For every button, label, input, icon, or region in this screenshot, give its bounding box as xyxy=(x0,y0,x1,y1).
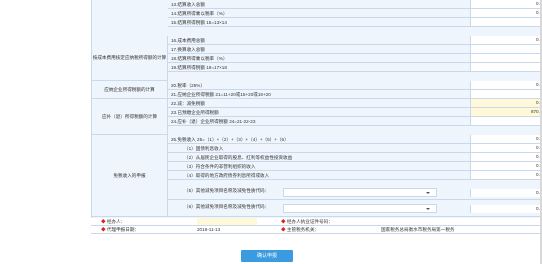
row-value[interactable]: 0.00 xyxy=(470,171,542,179)
agent-input[interactable] xyxy=(197,218,257,225)
row-label: 25.免税收入 25=（1）+（2）+（3）+（4）+（5）+（6） xyxy=(171,137,289,142)
table-row: 14.结算所得乘以税率（%） 0.16 xyxy=(168,9,542,18)
group-exempt-income: 免税收入的申报 xyxy=(92,135,168,217)
table-row: （2）从居民企业取得的股息、红利等权益性投资收益 0.00 xyxy=(168,153,542,162)
agent-label: ◆ 经办人： xyxy=(101,219,125,225)
table-row: （1）国债利息收入 0.00 xyxy=(168,144,542,153)
row-label: 19.结算所得税额 19=17×18 xyxy=(171,65,227,70)
row-label: （2）从居民企业取得的股息、红利等权益性投资收益 xyxy=(184,155,293,160)
row-value[interactable]: 0.00 xyxy=(470,162,542,170)
row-value[interactable]: 0.00 xyxy=(470,144,542,152)
table-row: 21.应纳企业所得税额 21=11+20或15+20或19+20 0 xyxy=(168,90,542,99)
table-row: （3）符合条件的非营利组织的收入 0.00 xyxy=(168,162,542,171)
row-value[interactable]: 0.00 xyxy=(470,0,542,8)
row-value[interactable]: 0 xyxy=(470,117,542,125)
row-label: （1）国债利息收入 xyxy=(184,146,224,151)
row-label: 23.已预缴企业所得税额 xyxy=(171,110,219,115)
row-label: 20.税率（25%） xyxy=(171,83,205,88)
row-value[interactable]: 0.00 xyxy=(470,36,542,44)
chevron-down-icon xyxy=(426,208,430,210)
declaration-form: 按成本费用核定应纳税所得额的计算 应纳企业所得税额的计算 应补（退）所得税额的计… xyxy=(91,0,542,264)
row-value[interactable]: 0 xyxy=(470,54,542,62)
table-row: （5）其他减免项目名称及减免性质代码： 0.00 xyxy=(168,186,542,200)
table-row: 18.结算所得乘以税率（%） 0 xyxy=(168,54,542,63)
table-row: 24.应补（退）企业所得税额 24=21-22-23 0 xyxy=(168,117,542,126)
row-label: 17.换算收入总额 xyxy=(171,47,205,52)
exempt-item-select-5[interactable] xyxy=(283,188,437,197)
footer-row-agent: ◆ 经办人： ◆ 经办人执业证件号码： xyxy=(91,218,542,226)
row-value[interactable]: 0.00 xyxy=(470,205,542,213)
table-row: （4）取得的地方政府债券利息所得或收入 0.00 xyxy=(168,171,542,180)
row-label: （6）其他减免项目名称及减免性质代码： xyxy=(184,204,270,209)
table-row: 16.成本费用总额 0.00 xyxy=(168,36,542,45)
row-label: 15.结算所得税额 15=13×14 xyxy=(171,20,227,25)
authority-value: 国家税务总局衡水市税务局第一税务 xyxy=(381,227,455,232)
agent-id-label-text: 经办人执业证件号码： xyxy=(286,219,333,224)
row-label: 22.减：减免税额 xyxy=(171,101,205,106)
row-value[interactable]: 0.00 xyxy=(470,99,542,107)
row-label: 18.结算所得乘以税率（%） xyxy=(171,56,228,61)
group-tax-payable: 应纳企业所得税额的计算 xyxy=(92,81,168,99)
row-label: 13.结算收入总额 xyxy=(171,2,205,7)
table-row: （6）其他减免项目名称及减免性质代码： 0.00 xyxy=(168,202,542,217)
group-label: 按成本费用核定应纳税所得额的计算 xyxy=(92,55,167,60)
footer-row-date: ◆ 代理申报日期： 2019-11-13 ◆ 主管税务机关： 国家税务总局衡水市… xyxy=(91,226,542,234)
date-label-text: 代理申报日期： xyxy=(106,227,140,232)
row-value[interactable]: 0.00 xyxy=(470,189,542,197)
table-row: 17.换算收入总额 0 xyxy=(168,45,542,54)
row-value[interactable]: 870.50 xyxy=(470,108,542,116)
required-icon: ◆ xyxy=(101,219,106,224)
group-label: 应补（退）所得税额的计算 xyxy=(101,113,158,119)
group-refund: 应补（退）所得税额的计算 xyxy=(92,99,168,135)
row-value[interactable]: 0 xyxy=(470,45,542,53)
footer-section: ◆ 经办人： ◆ 经办人执业证件号码： ◆ 代理申报日期： 2019-11-13… xyxy=(91,218,542,234)
confirm-declare-button[interactable]: 确认申报 xyxy=(241,250,293,262)
row-label: 14.结算所得乘以税率（%） xyxy=(171,11,228,16)
date-label: ◆ 代理申报日期： xyxy=(101,227,139,233)
table-row: 15.结算所得税额 15=13×14 0 xyxy=(168,18,542,27)
required-icon: ◆ xyxy=(281,219,286,224)
table-row: 13.结算收入总额 0.00 xyxy=(168,0,542,9)
agent-id-label: ◆ 经办人执业证件号码： xyxy=(281,219,333,225)
row-value[interactable]: 0.16 xyxy=(470,9,542,17)
table-row: 22.减：减免税额 0.00 xyxy=(168,99,542,108)
table-row: 19.结算所得税额 19=17×18 0 xyxy=(168,63,542,72)
required-icon: ◆ xyxy=(101,227,106,232)
group-cost-based: 按成本费用核定应纳税所得额的计算 xyxy=(92,36,168,81)
authority-label: ◆ 主管税务机关： xyxy=(281,227,319,233)
row-value[interactable]: 0 xyxy=(470,90,542,98)
row-value[interactable]: 0 xyxy=(470,18,542,26)
authority-label-text: 主管税务机关： xyxy=(286,227,320,232)
date-value: 2019-11-13 xyxy=(197,227,221,232)
agent-label-text: 经办人： xyxy=(106,219,126,224)
group-label: 免税收入的申报 xyxy=(113,172,146,178)
table-row: 23.已预缴企业所得税额 870.50 xyxy=(168,108,542,117)
row-value[interactable]: 0.00 xyxy=(470,135,542,143)
table-row: 25.免税收入 25=（1）+（2）+（3）+（4）+（5）+（6） 0.00 xyxy=(168,135,542,144)
row-value[interactable]: 0 xyxy=(470,63,542,71)
form-table: 按成本费用核定应纳税所得额的计算 应纳企业所得税额的计算 应补（退）所得税额的计… xyxy=(91,0,542,232)
row-label: 16.成本费用总额 xyxy=(171,38,205,43)
row-label: 24.应补（退）企业所得税额 24=21-22-23 xyxy=(171,119,256,124)
row-label: （3）符合条件的非营利组织的收入 xyxy=(184,164,256,169)
row-value[interactable]: 0.25 xyxy=(470,81,542,89)
row-value[interactable]: 0.00 xyxy=(470,153,542,161)
group-label: 应纳企业所得税额的计算 xyxy=(104,86,155,92)
exempt-item-select-6[interactable] xyxy=(283,204,437,213)
row-label: 21.应纳企业所得税额 21=11+20或15+20或19+20 xyxy=(171,92,271,97)
chevron-down-icon xyxy=(426,192,430,194)
required-icon: ◆ xyxy=(281,227,286,232)
row-label: （4）取得的地方政府债券利息所得或收入 xyxy=(184,173,270,178)
agent-id-input[interactable] xyxy=(381,218,459,225)
row-label: （5）其他减免项目名称及减免性质代码： xyxy=(184,188,270,193)
table-row: 20.税率（25%） 0.25 xyxy=(168,81,542,90)
